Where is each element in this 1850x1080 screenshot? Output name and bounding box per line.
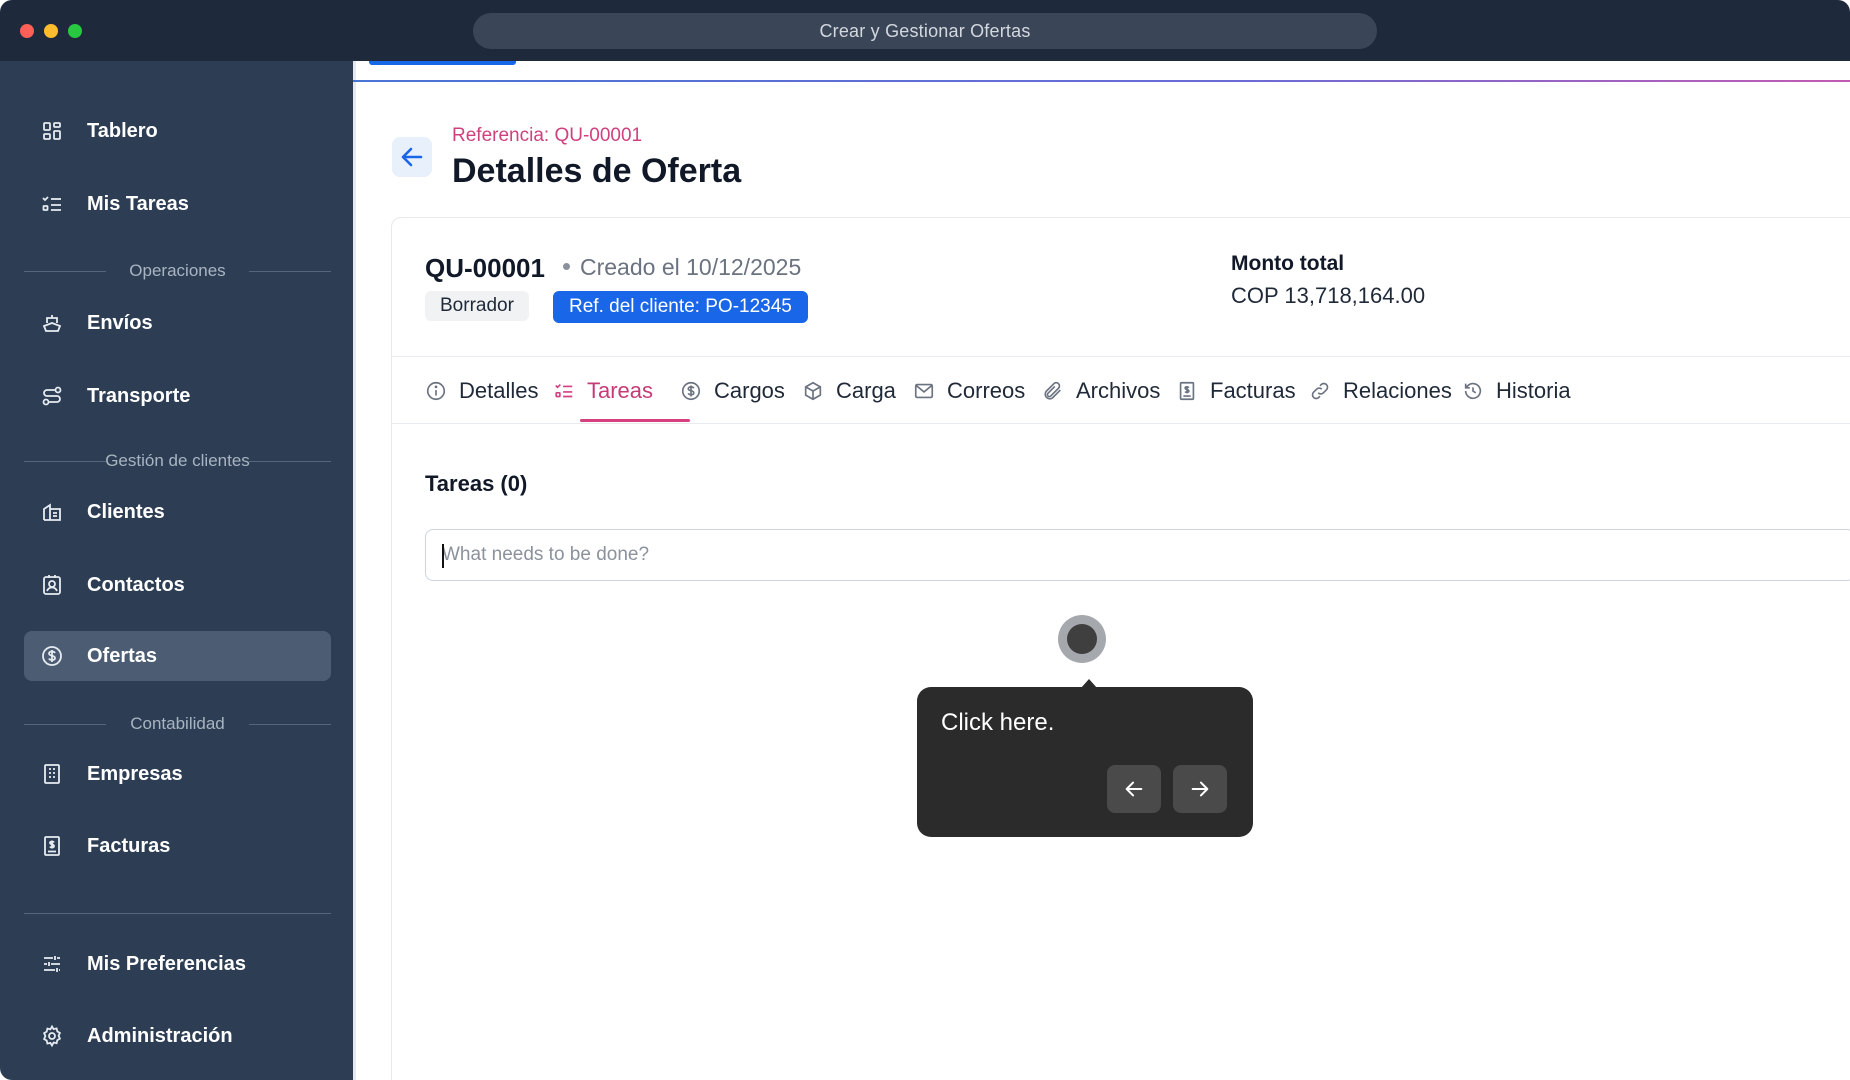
paperclip-icon — [1042, 380, 1064, 402]
page-title: Detalles de Oferta — [452, 152, 742, 190]
info-icon — [425, 380, 447, 402]
sidebar-item-label: Administración — [87, 1025, 233, 1047]
sidebar-item-facturas[interactable]: Facturas — [24, 821, 331, 871]
sidebar-divider — [24, 913, 331, 914]
new-task-input[interactable] — [425, 529, 1850, 581]
company-icon — [40, 762, 64, 786]
sidebar-item-label: Envíos — [87, 312, 153, 334]
sidebar-item-empresas[interactable]: Empresas — [24, 749, 331, 799]
tooltip-next-button[interactable] — [1173, 765, 1227, 813]
tab-label: Carga — [836, 378, 896, 403]
click-indicator-core — [1067, 624, 1097, 654]
total-amount-value: COP 13,718,164.00 — [1231, 283, 1426, 308]
sidebar-item-mis-tareas[interactable]: Mis Tareas — [24, 179, 331, 229]
sidebar-item-mis-preferencias[interactable]: Mis Preferencias — [24, 939, 331, 989]
tooltip-prev-button[interactable] — [1107, 765, 1161, 813]
client-ref-badge: Ref. del cliente: PO-12345 — [553, 291, 808, 323]
sidebar-item-envios[interactable]: Envíos — [24, 298, 331, 348]
top-accent-tab — [369, 61, 516, 65]
section-label-operaciones: Operaciones — [24, 261, 331, 281]
tasks-icon — [553, 380, 575, 402]
tab-label: Facturas — [1210, 378, 1296, 403]
section-label-gestion-clientes: Gestión de clientes — [24, 451, 331, 471]
arrow-right-icon — [1191, 781, 1209, 797]
tasks-heading: Tareas (0) — [425, 471, 528, 496]
tasks-icon — [40, 192, 64, 216]
invoice-icon — [40, 834, 64, 858]
sidebar: Tablero Mis Tareas Operaciones Envíos Tr… — [0, 61, 353, 1080]
close-window-button[interactable] — [20, 24, 34, 38]
sidebar-item-label: Mis Preferencias — [87, 953, 246, 975]
tab-label: Cargos — [714, 378, 785, 403]
sidebar-item-label: Mis Tareas — [87, 193, 189, 215]
zoom-window-button[interactable] — [68, 24, 82, 38]
dollar-circle-icon — [680, 380, 702, 402]
arrow-left-icon — [401, 147, 423, 167]
minimize-window-button[interactable] — [44, 24, 58, 38]
reference-label: Referencia: QU-00001 — [452, 125, 643, 146]
tab-label: Relaciones — [1343, 378, 1452, 403]
gear-icon — [40, 1024, 64, 1048]
title-bar: Crear y Gestionar Ofertas — [0, 0, 1850, 61]
quote-id: QU-00001 — [425, 253, 545, 283]
sidebar-item-label: Clientes — [87, 501, 165, 523]
guide-tooltip: Click here. — [917, 679, 1253, 837]
sidebar-item-tablero[interactable]: Tablero — [24, 106, 331, 156]
tab-label: Tareas — [587, 378, 654, 403]
building-icon — [40, 500, 64, 524]
sidebar-item-label: Empresas — [87, 763, 183, 785]
tab-bar: Detalles Tareas Cargos Carga Correos Arc… — [392, 357, 1850, 424]
mail-icon — [913, 380, 935, 402]
back-button[interactable] — [392, 137, 432, 177]
quote-card: QU-00001 Creado el 10/12/2025 Borrador R… — [391, 217, 1850, 1080]
active-tab-indicator — [580, 419, 690, 422]
box-icon — [802, 380, 824, 402]
text-caret — [442, 544, 444, 568]
dashboard-icon — [40, 119, 64, 143]
contact-icon — [40, 573, 64, 597]
sidebar-item-label: Transporte — [87, 385, 191, 407]
arrow-left-icon — [1125, 781, 1143, 797]
history-icon — [1462, 380, 1484, 402]
invoice-icon — [1176, 380, 1198, 402]
main-left-border — [353, 61, 356, 1080]
sidebar-item-contactos[interactable]: Contactos — [24, 560, 331, 610]
click-indicator — [1058, 615, 1106, 663]
sidebar-item-label: Facturas — [87, 835, 171, 857]
separator-dot — [563, 263, 570, 270]
section-label-contabilidad: Contabilidad — [24, 714, 331, 734]
tooltip-arrow — [1081, 679, 1097, 688]
app-window: Crear y Gestionar Ofertas Tablero Mis Ta… — [0, 0, 1850, 1080]
sliders-icon — [40, 952, 64, 976]
dollar-circle-icon — [40, 644, 64, 668]
main-content: Referencia: QU-00001 Detalles de Oferta … — [353, 61, 1850, 1080]
sidebar-item-label: Tablero — [87, 120, 158, 142]
link-icon — [1309, 380, 1331, 402]
total-amount-label: Monto total — [1231, 252, 1345, 275]
sidebar-item-ofertas[interactable]: Ofertas — [24, 631, 331, 681]
tabs-divider — [392, 423, 1850, 424]
tab-label: Historia — [1496, 378, 1571, 403]
route-icon — [40, 384, 64, 408]
sidebar-item-transporte[interactable]: Transporte — [24, 371, 331, 421]
status-badge: Borrador — [425, 291, 529, 321]
tab-label: Detalles — [459, 378, 539, 403]
sidebar-item-clientes[interactable]: Clientes — [24, 487, 331, 537]
tab-label: Archivos — [1076, 378, 1161, 403]
window-title: Crear y Gestionar Ofertas — [473, 13, 1377, 49]
top-gradient-line — [353, 80, 1850, 82]
ship-icon — [40, 311, 64, 335]
sidebar-item-label: Ofertas — [87, 645, 158, 667]
tooltip-message: Click here. — [941, 709, 1055, 736]
sidebar-item-label: Contactos — [87, 574, 185, 596]
created-date: Creado el 10/12/2025 — [580, 254, 802, 280]
tab-label: Correos — [947, 378, 1026, 403]
sidebar-item-administracion[interactable]: Administración — [24, 1011, 331, 1061]
